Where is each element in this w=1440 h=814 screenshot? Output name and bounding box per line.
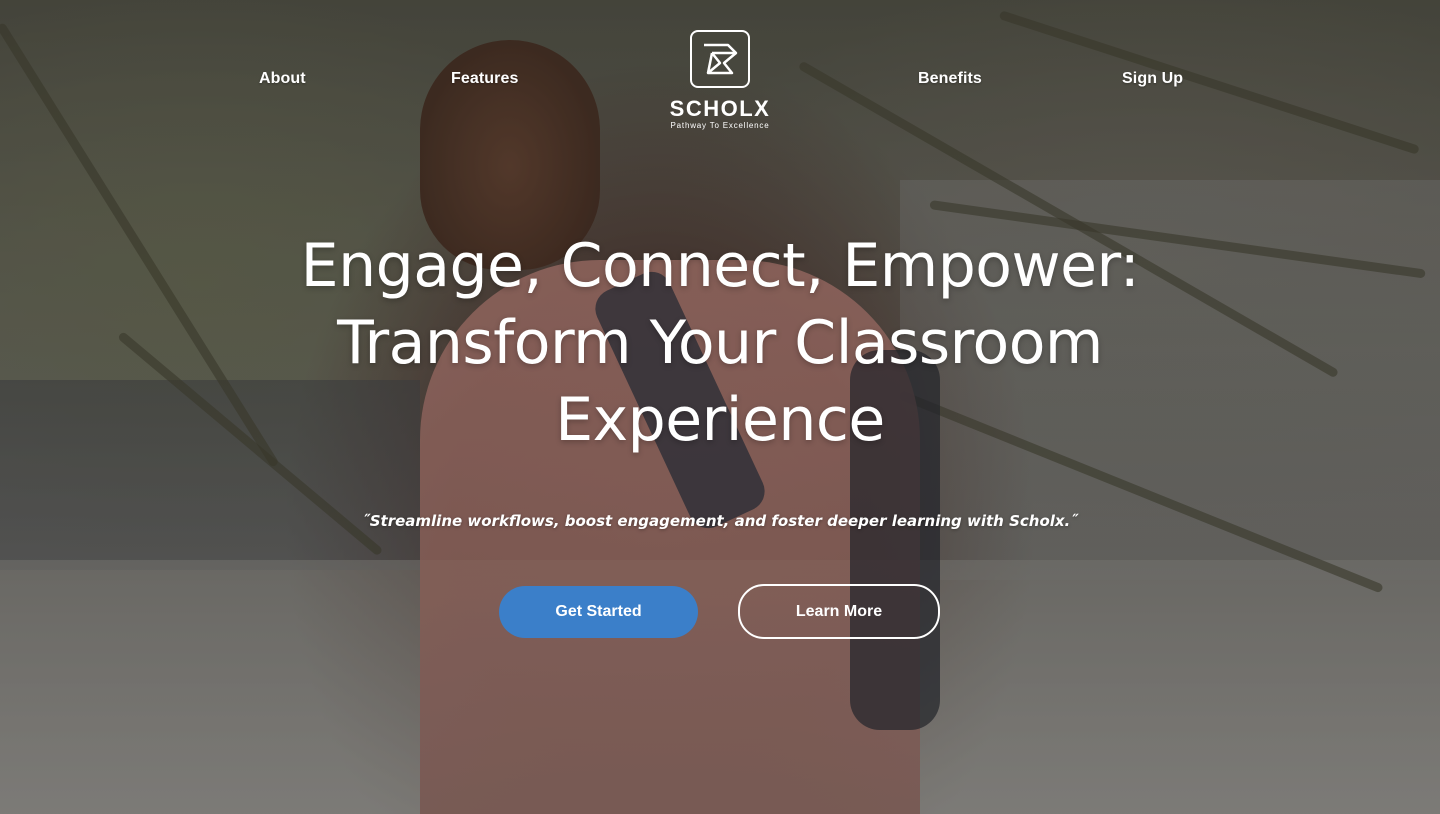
logo-tagline: Pathway To Excellence — [670, 121, 770, 130]
nav-link-about[interactable]: About — [259, 70, 306, 88]
nav-link-sign-up[interactable]: Sign Up — [1122, 70, 1183, 88]
hero-tagline: ˝Streamline workflows, boost engagement,… — [362, 512, 1078, 530]
learn-more-button[interactable]: Learn More — [738, 584, 940, 639]
logo-name: SCHOLX — [669, 96, 771, 121]
hero-headline: Engage, Connect, Empower: Transform Your… — [220, 228, 1220, 459]
headline-line-1: Engage, Connect, Empower: — [300, 231, 1140, 301]
hero-section: About Features SCHOLX Pathway To Excelle… — [0, 0, 1440, 814]
scholx-logo-icon — [690, 30, 750, 88]
get-started-button[interactable]: Get Started — [499, 586, 698, 638]
nav-link-benefits[interactable]: Benefits — [918, 70, 982, 88]
top-navigation: About Features SCHOLX Pathway To Excelle… — [0, 0, 1440, 160]
nav-link-features[interactable]: Features — [451, 70, 519, 88]
headline-line-3: Experience — [555, 385, 885, 455]
headline-line-2: Transform Your Classroom — [337, 308, 1103, 378]
scholx-logo[interactable]: SCHOLX Pathway To Excellence — [650, 30, 790, 140]
